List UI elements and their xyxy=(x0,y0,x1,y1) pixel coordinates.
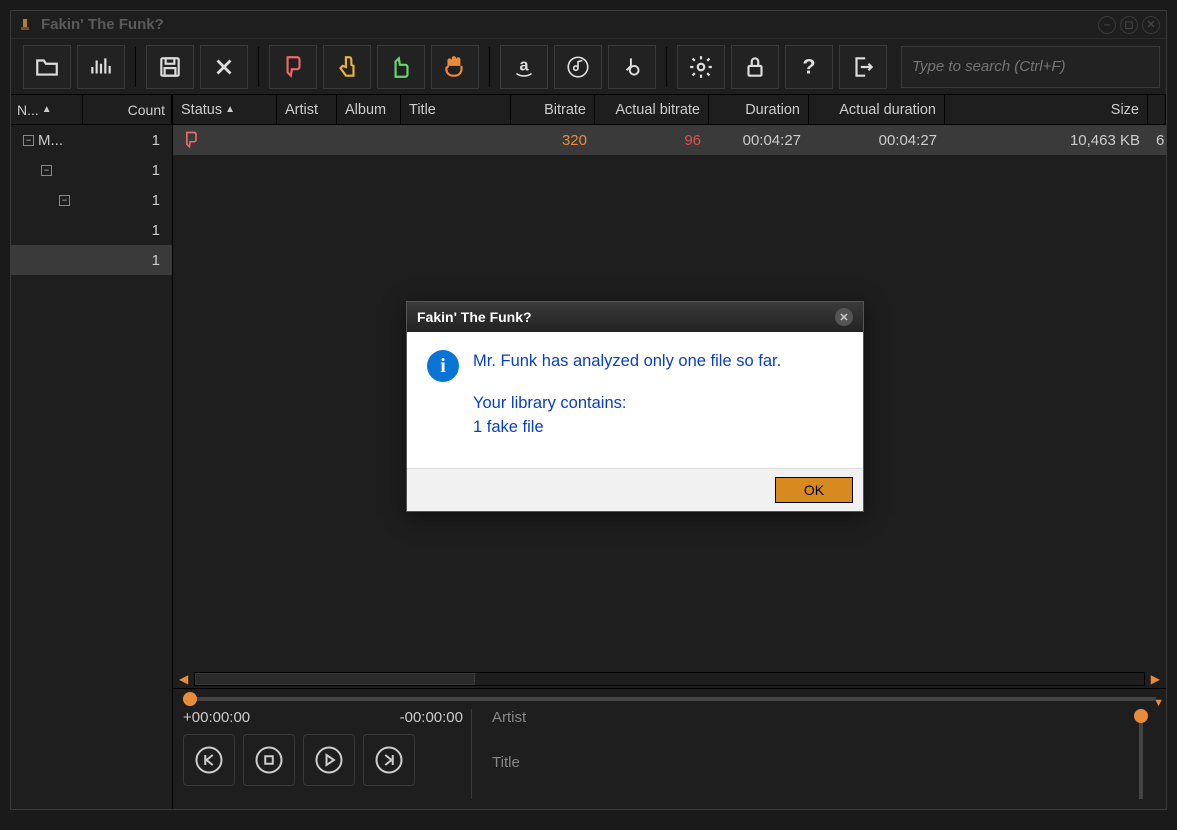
tree-row[interactable]: 1 xyxy=(11,245,172,275)
status-cell xyxy=(173,125,277,155)
scroll-left-icon[interactable]: ◀ xyxy=(177,672,190,686)
thumbs-up-button[interactable] xyxy=(377,45,425,89)
table-row[interactable]: 3209600:04:2700:04:2710,463 KB6 xyxy=(173,125,1166,155)
col-album[interactable]: Album xyxy=(337,95,401,124)
seek-slider[interactable] xyxy=(183,697,1156,701)
col-actual-bitrate[interactable]: Actual bitrate xyxy=(595,95,709,124)
col-size[interactable]: Size xyxy=(945,95,1148,124)
prev-button[interactable] xyxy=(183,734,235,786)
collapse-icon[interactable]: − xyxy=(59,195,70,206)
tree-count: 1 xyxy=(152,222,168,239)
player: +00:00:00 -00:00:00 xyxy=(173,688,1166,809)
scrollbar-thumb[interactable] xyxy=(195,673,475,685)
tree-row[interactable]: −1 xyxy=(11,155,172,185)
tree-count: 1 xyxy=(152,252,168,269)
tree-count: 1 xyxy=(152,162,168,179)
col-duration[interactable]: Duration xyxy=(709,95,809,124)
col-artist[interactable]: Artist xyxy=(277,95,337,124)
info-icon: i xyxy=(427,350,459,382)
play-button[interactable] xyxy=(303,734,355,786)
tree-row[interactable]: 1 xyxy=(11,215,172,245)
duration-cell: 00:04:27 xyxy=(709,125,809,155)
horizontal-scrollbar[interactable]: ◀ ▶ xyxy=(173,670,1166,688)
minimize-button[interactable]: – xyxy=(1098,16,1116,34)
amazon-button[interactable]: a xyxy=(500,45,548,89)
col-status[interactable]: Status▲ xyxy=(173,95,277,124)
elapsed-time: +00:00:00 xyxy=(183,709,250,726)
window-title: Fakin' The Funk? xyxy=(41,16,164,33)
app-icon xyxy=(17,17,33,33)
artist-cell xyxy=(277,125,337,155)
close-button[interactable]: ✕ xyxy=(1142,16,1160,34)
actual-duration-cell: 00:04:27 xyxy=(809,125,945,155)
col-overflow xyxy=(1148,95,1166,124)
dialog-titlebar[interactable]: Fakin' The Funk? ✕ xyxy=(407,302,863,332)
collapse-icon[interactable]: − xyxy=(23,135,34,146)
next-button[interactable] xyxy=(363,734,415,786)
remaining-time: -00:00:00 xyxy=(400,709,463,726)
search-box[interactable] xyxy=(901,46,1160,88)
itunes-button[interactable] xyxy=(554,45,602,89)
col-actual-duration[interactable]: Actual duration xyxy=(809,95,945,124)
toolbar: a ? xyxy=(11,39,1166,95)
svg-text:a: a xyxy=(519,56,529,74)
svg-text:?: ? xyxy=(802,54,815,79)
tree-row[interactable]: −M...1 xyxy=(11,125,172,155)
title-cell xyxy=(401,125,511,155)
beatport-button[interactable] xyxy=(608,45,656,89)
col-bitrate[interactable]: Bitrate xyxy=(511,95,595,124)
info-dialog: Fakin' The Funk? ✕ i Mr. Funk has analyz… xyxy=(406,301,864,512)
exit-button[interactable] xyxy=(839,45,887,89)
lock-button[interactable] xyxy=(731,45,779,89)
overflow-cell: 6 xyxy=(1148,125,1166,155)
dialog-title: Fakin' The Funk? xyxy=(417,309,532,325)
size-cell: 10,463 KB xyxy=(945,125,1148,155)
open-folder-button[interactable] xyxy=(23,45,71,89)
player-artist-label: Artist xyxy=(492,709,1118,726)
dialog-close-button[interactable]: ✕ xyxy=(835,308,853,326)
settings-button[interactable] xyxy=(677,45,725,89)
titlebar: Fakin' The Funk? – ◻ ✕ xyxy=(11,11,1166,39)
dialog-ok-button[interactable]: OK xyxy=(775,477,853,503)
maximize-button[interactable]: ◻ xyxy=(1120,16,1138,34)
hand-stop-button[interactable] xyxy=(431,45,479,89)
tree-label: M... xyxy=(38,132,152,149)
scroll-right-icon[interactable]: ▶ xyxy=(1149,672,1162,686)
tree-count: 1 xyxy=(152,132,168,149)
volume-thumb[interactable] xyxy=(1134,709,1148,723)
bitrate-cell: 320 xyxy=(511,125,595,155)
delete-button[interactable] xyxy=(200,45,248,89)
help-button[interactable]: ? xyxy=(785,45,833,89)
tree-row[interactable]: −1 xyxy=(11,185,172,215)
album-cell xyxy=(337,125,401,155)
search-input[interactable] xyxy=(912,58,1149,75)
col-title[interactable]: Title xyxy=(401,95,511,124)
volume-slider[interactable] xyxy=(1126,709,1156,799)
folder-tree: N...▲ Count −M...1−1−111 xyxy=(11,95,173,809)
tree-header-name[interactable]: N...▲ xyxy=(11,95,83,124)
tree-count: 1 xyxy=(152,192,168,209)
player-title-label: Title xyxy=(492,754,1118,771)
stop-button[interactable] xyxy=(243,734,295,786)
save-button[interactable] xyxy=(146,45,194,89)
actual-bitrate-cell: 96 xyxy=(595,125,709,155)
analyze-button[interactable] xyxy=(77,45,125,89)
seek-thumb[interactable] xyxy=(183,692,197,706)
collapse-icon[interactable]: − xyxy=(41,165,52,176)
tree-header-count[interactable]: Count xyxy=(83,95,172,124)
thumbs-down-button[interactable] xyxy=(269,45,317,89)
point-up-button[interactable] xyxy=(323,45,371,89)
dialog-message: Mr. Funk has analyzed only one file so f… xyxy=(473,350,781,440)
